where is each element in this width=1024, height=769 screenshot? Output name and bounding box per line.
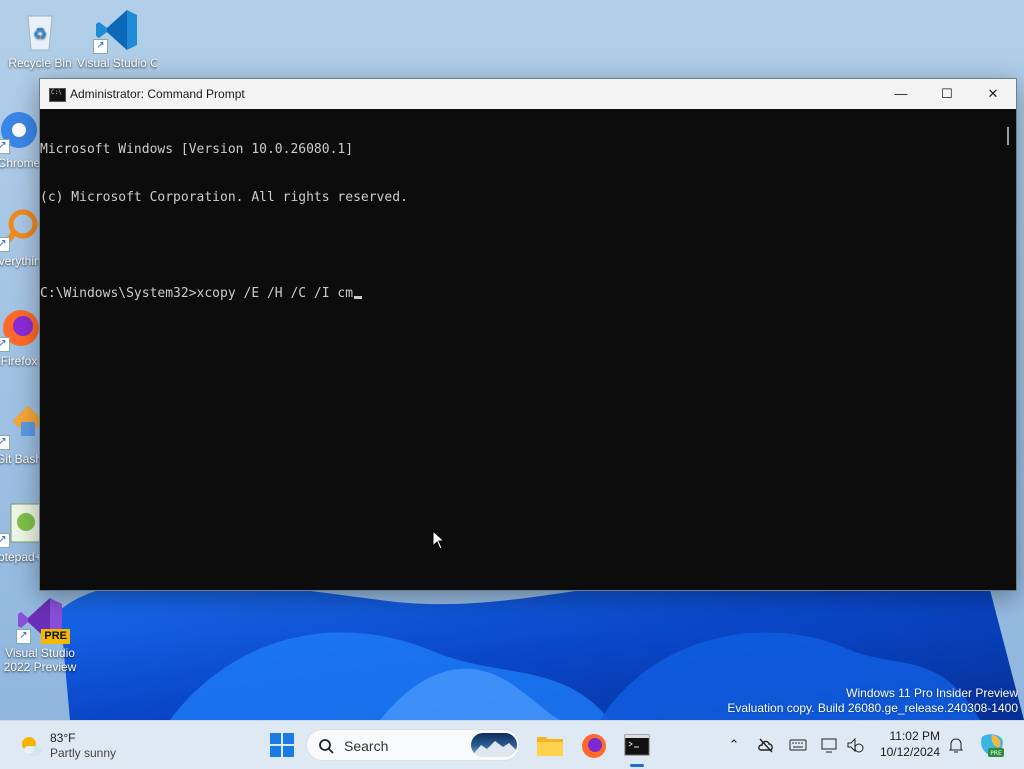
windows-start-icon[interactable] xyxy=(266,729,298,761)
firefox-taskbar-icon[interactable] xyxy=(578,729,610,761)
cloud-sync-icon[interactable] xyxy=(757,736,775,754)
evaluation-watermark: Windows 11 Pro Insider Preview Evaluatio… xyxy=(727,686,1018,716)
taskbar-search-box[interactable]: Search xyxy=(306,729,520,761)
shortcut-arrow-icon: ↗ xyxy=(0,435,10,450)
console-line: Microsoft Windows [Version 10.0.26080.1] xyxy=(40,142,354,157)
taskbar: 83°F Partly sunny Search ⌃ 11:02 PM 10/1… xyxy=(0,720,1024,769)
shortcut-arrow-icon: ↗ xyxy=(16,629,31,644)
watermark-line-1: Windows 11 Pro Insider Preview xyxy=(846,686,1018,700)
maximize-button[interactable]: ☐ xyxy=(924,79,970,109)
scrollbar-thumb[interactable] xyxy=(1007,127,1009,145)
vertical-scrollbar[interactable] xyxy=(1000,109,1016,590)
desktop-icon-label: Visual Studio 2022 Preview xyxy=(3,646,77,674)
mouse-pointer-icon xyxy=(432,530,446,550)
firefox-icon: ↗ xyxy=(0,304,43,352)
console-output[interactable]: Microsoft Windows [Version 10.0.26080.1]… xyxy=(40,109,1000,590)
console-command-text: C:\Windows\System32>xcopy /E /H /C /I cm xyxy=(40,286,354,301)
show-hidden-icons-chevron-icon[interactable]: ⌃ xyxy=(725,736,743,754)
notifications-bell-icon[interactable] xyxy=(947,736,965,754)
svg-text:PRE: PRE xyxy=(990,750,1002,757)
vscode-icon: ↗ xyxy=(93,6,141,54)
recycle-bin-icon: ♻ xyxy=(16,6,64,54)
clock-time[interactable]: 11:02 PM xyxy=(890,729,940,743)
file-explorer-icon[interactable] xyxy=(534,729,566,761)
console-line: (c) Microsoft Corporation. All rights re… xyxy=(40,190,408,205)
search-placeholder: Search xyxy=(344,738,389,754)
visual-studio-preview-icon: PRE ↗ xyxy=(16,596,70,644)
weather-widget[interactable]: 83°F Partly sunny xyxy=(18,731,128,761)
search-highlight-image xyxy=(471,733,517,757)
watermark-line-2: Evaluation copy. Build 26080.ge_release.… xyxy=(727,701,1018,715)
title-bar[interactable]: Administrator: Command Prompt — ☐ ✕ xyxy=(40,79,1016,109)
desktop-icon-recycle-bin[interactable]: ♻ Recycle Bin xyxy=(0,6,80,70)
keyboard-icon[interactable] xyxy=(789,736,807,754)
desktop-icon-vscode[interactable]: ↗ Visual Studio Code xyxy=(77,6,157,70)
console-prompt-line: C:\Windows\System32>xcopy /E /H /C /I cm xyxy=(40,286,1000,302)
shortcut-arrow-icon: ↗ xyxy=(0,337,10,352)
command-prompt-icon xyxy=(49,88,66,102)
command-prompt-window[interactable]: Administrator: Command Prompt — ☐ ✕ Micr… xyxy=(39,78,1017,591)
shortcut-arrow-icon: ↗ xyxy=(0,237,10,252)
partly-sunny-icon xyxy=(22,737,42,756)
chrome-icon: ↗ xyxy=(0,106,43,154)
search-icon xyxy=(319,739,334,754)
close-button[interactable]: ✕ xyxy=(970,79,1016,109)
window-title: Administrator: Command Prompt xyxy=(70,87,245,101)
everything-search-icon: ↗ xyxy=(0,204,43,252)
text-cursor xyxy=(354,296,363,299)
clock-date[interactable]: 10/12/2024 xyxy=(880,745,940,759)
preview-badge: PRE xyxy=(41,629,70,644)
shortcut-arrow-icon: ↗ xyxy=(0,533,10,548)
weather-description: Partly sunny xyxy=(50,746,117,760)
desktop-icon-visual-studio-2022-preview[interactable]: PRE ↗ Visual Studio 2022 Preview xyxy=(0,596,80,674)
weather-temperature: 83°F xyxy=(50,731,76,745)
git-bash-icon: ↗ xyxy=(0,402,44,450)
notepad-plus-plus-icon: ↗ xyxy=(0,500,43,548)
shortcut-arrow-icon: ↗ xyxy=(0,139,10,154)
volume-muted-icon[interactable] xyxy=(846,736,864,754)
active-app-indicator xyxy=(630,764,644,767)
minimize-button[interactable]: — xyxy=(878,79,924,109)
copilot-preview-icon[interactable]: PRE xyxy=(978,731,1006,759)
svg-text:♻: ♻ xyxy=(33,24,47,43)
network-icon[interactable] xyxy=(820,736,838,754)
command-prompt-taskbar-icon[interactable] xyxy=(621,729,653,761)
shortcut-arrow-icon: ↗ xyxy=(93,39,108,54)
